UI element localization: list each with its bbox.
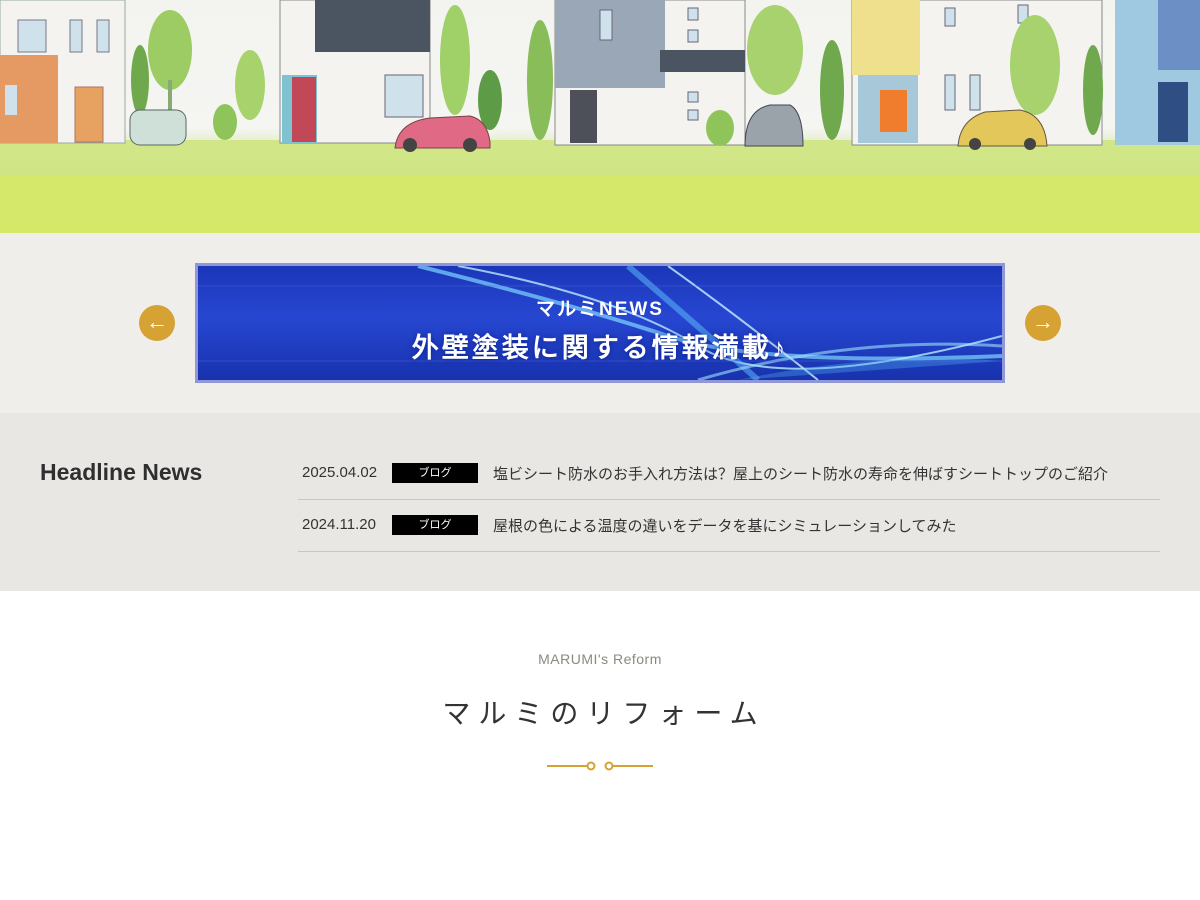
slider-prev-button[interactable]: ← [139, 305, 175, 341]
news-date: 2024.11.20 [302, 516, 376, 533]
reform-title: マルミのリフォーム [442, 698, 766, 729]
news-title-link[interactable]: 屋根の色による温度の違いをデータを基にシミュレーションしてみた [493, 515, 957, 536]
arrow-left-icon: ← [146, 309, 168, 334]
slider-next-button[interactable]: → [1025, 305, 1061, 341]
news-category-badge: ブログ [392, 515, 478, 535]
headline-news-section: Headline News 2025.04.02 ブログ 塩ビシート防水のお手入… [0, 413, 1200, 591]
news-heading: Headline News [40, 459, 203, 485]
arrow-right-icon: → [1032, 309, 1054, 334]
news-title-link[interactable]: 塩ビシート防水のお手入れ方法は？屋上のシート防水の寿命を伸ばすシートトップのご紹… [493, 463, 1108, 484]
news-item[interactable]: 2024.11.20 ブログ 屋根の色による温度の違いをデータを基にシミュレーシ… [298, 500, 1160, 552]
divider-ornament-icon [547, 761, 653, 771]
banner-subtitle: マルミNEWS [535, 299, 664, 320]
news-date: 2025.04.02 [302, 464, 378, 481]
town-illustration [0, 0, 1200, 233]
banner-slider: ← マルミNEWS 外壁塗装に関する情報満載♪ → [0, 233, 1200, 413]
banner-title: 外壁塗装に関する情報満載♪ [411, 333, 789, 363]
reform-section: MARUMI's Reform マルミのリフォーム [0, 591, 1200, 900]
hero-illustration [0, 0, 1200, 233]
reform-subtitle: MARUMI's Reform [538, 651, 662, 667]
news-category-badge: ブログ [392, 463, 478, 483]
news-list: 2025.04.02 ブログ 塩ビシート防水のお手入れ方法は？屋上のシート防水の… [298, 448, 1160, 552]
news-banner[interactable]: マルミNEWS 外壁塗装に関する情報満載♪ [195, 263, 1005, 383]
news-item[interactable]: 2025.04.02 ブログ 塩ビシート防水のお手入れ方法は？屋上のシート防水の… [298, 448, 1160, 500]
